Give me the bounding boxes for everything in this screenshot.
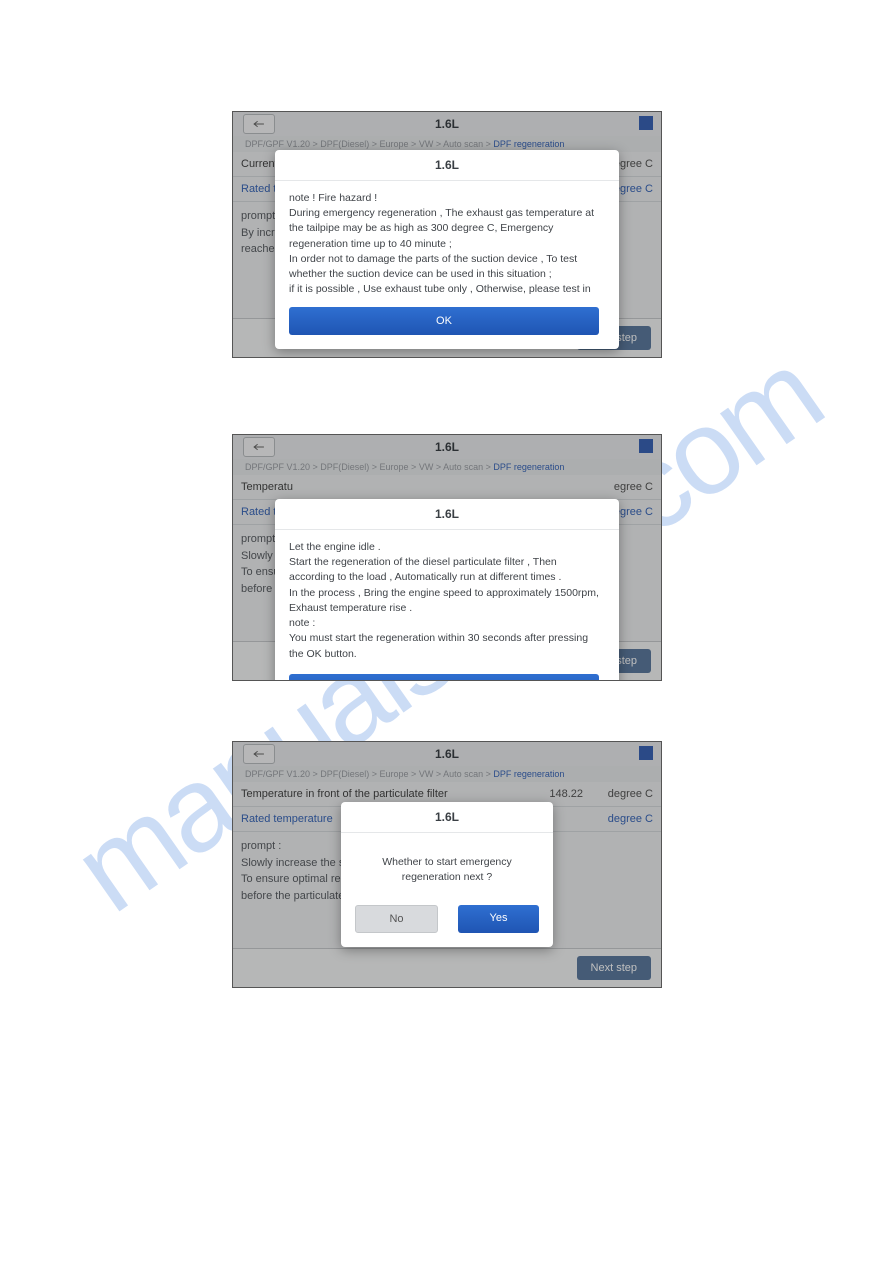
dialog: 1.6L Let the engine idle . Start the reg… <box>275 499 619 681</box>
dialog-body: note ! Fire hazard ! During emergency re… <box>275 181 619 297</box>
dialog-title: 1.6L <box>341 802 553 833</box>
screenshot-1: 1.6L DPF/GPF V1.20 > DPF(Diesel) > Europ… <box>232 111 662 358</box>
ok-button[interactable]: OK <box>289 307 599 335</box>
screenshot-3: 1.6L DPF/GPF V1.20 > DPF(Diesel) > Europ… <box>232 741 662 988</box>
dialog-confirm: 1.6L Whether to start emergency regenera… <box>341 802 553 947</box>
yes-button[interactable]: Yes <box>458 905 539 933</box>
dialog-body: Whether to start emergency regeneration … <box>341 833 553 895</box>
no-button[interactable]: No <box>355 905 438 933</box>
dialog-body: Let the engine idle . Start the regenera… <box>275 530 619 664</box>
dialog-title: 1.6L <box>275 499 619 530</box>
ok-button[interactable]: OK <box>289 674 599 681</box>
dialog-title: 1.6L <box>275 150 619 181</box>
dialog-button-row: No Yes <box>341 895 553 947</box>
screenshot-2: 1.6L DPF/GPF V1.20 > DPF(Diesel) > Europ… <box>232 434 662 681</box>
dialog: 1.6L note ! Fire hazard ! During emergen… <box>275 150 619 349</box>
